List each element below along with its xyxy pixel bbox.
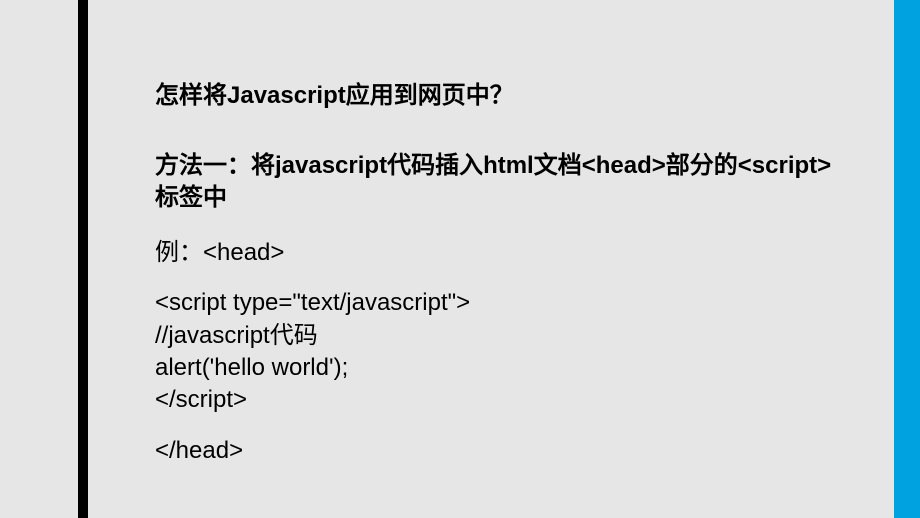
slide-content: 怎样将Javascript应用到网页中？ 方法一：将javascript代码插入…: [155, 75, 835, 485]
example-label: 例：<head>: [155, 237, 835, 269]
slide-subtitle: 方法一：将javascript代码插入html文档<head>部分的<scrip…: [155, 150, 835, 215]
slide-title: 怎样将Javascript应用到网页中？: [155, 75, 835, 110]
closing-tag: </head>: [155, 435, 835, 467]
right-accent-bar: [894, 0, 920, 518]
code-example: <script type="text/javascript"> //javasc…: [155, 287, 835, 417]
left-accent-bar: [78, 0, 88, 518]
